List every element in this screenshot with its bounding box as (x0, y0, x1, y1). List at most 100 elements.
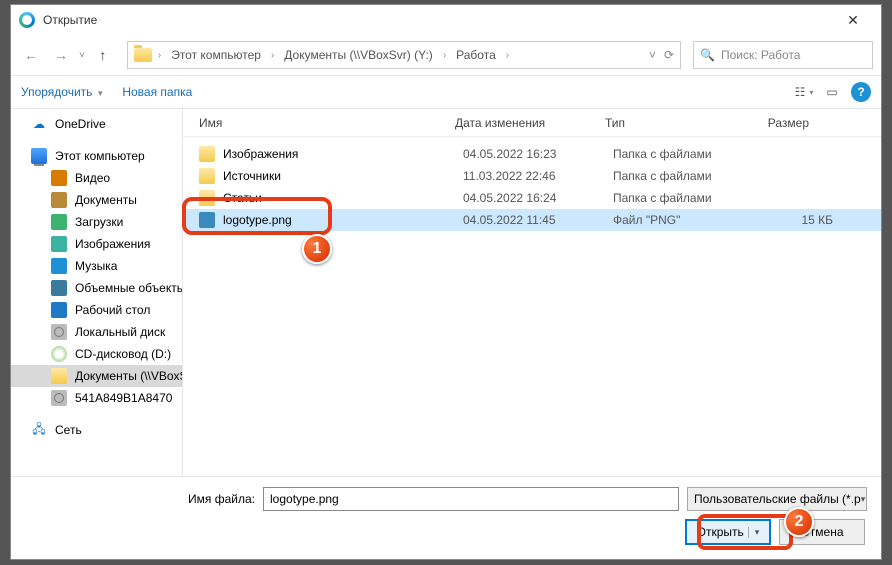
column-header-name[interactable]: Имя (191, 116, 447, 130)
sidebar-item[interactable]: Видео (11, 167, 182, 189)
address-dropdown-icon[interactable]: ˅ (649, 48, 656, 62)
file-date: 04.05.2022 16:23 (463, 147, 613, 161)
file-row[interactable]: logotype.png04.05.2022 11:45Файл "PNG"15… (183, 209, 881, 231)
file-date: 04.05.2022 11:45 (463, 213, 613, 227)
address-bar: ← → ˅ ↑ › Этот компьютер › Документы (\\… (11, 35, 881, 75)
back-button[interactable]: ← (19, 43, 43, 67)
forward-button[interactable]: → (49, 43, 73, 67)
sidebar-item-label: Документы (75, 193, 137, 207)
close-button[interactable]: ✕ (833, 12, 873, 29)
sidebar-item[interactable]: Документы (\\VBoxSvr) (11, 365, 182, 387)
edge-icon (19, 12, 35, 28)
file-icon (199, 212, 215, 228)
file-name: logotype.png (223, 213, 463, 227)
sidebar-item-label: Видео (75, 171, 110, 185)
sidebar-item-label: 541A849B1A8470 (75, 391, 172, 405)
sidebar-item[interactable]: Объемные объекты (11, 277, 182, 299)
column-headers: Имя Дата изменения Тип Размер (183, 109, 881, 137)
chevron-right-icon: › (441, 50, 448, 61)
breadcrumb-segment[interactable]: Этот компьютер (167, 46, 265, 64)
sidebar-item-label: Этот компьютер (55, 149, 145, 163)
toolbar: Упорядочить▼ Новая папка ☷ ▾ ▭ ? (11, 75, 881, 109)
column-header-size[interactable]: Размер (737, 116, 817, 130)
file-type: Папка с файлами (613, 169, 753, 183)
view-options-button[interactable]: ☷ ▾ (795, 83, 813, 101)
open-button-label: Открыть (697, 525, 744, 539)
organize-button[interactable]: Упорядочить▼ (21, 85, 104, 99)
file-type: Файл "PNG" (613, 213, 753, 227)
ico-fold-icon (51, 368, 67, 384)
file-type: Папка с файлами (613, 191, 753, 205)
ico-mus-icon (51, 258, 67, 274)
history-dropdown-icon[interactable]: ˅ (79, 50, 85, 61)
sidebar-item[interactable]: Локальный диск (11, 321, 182, 343)
preview-pane-button[interactable]: ▭ (823, 83, 841, 101)
breadcrumb-segment[interactable]: Работа (452, 46, 500, 64)
file-date: 04.05.2022 16:24 (463, 191, 613, 205)
up-button[interactable]: ↑ (91, 43, 115, 67)
chevron-right-icon: › (156, 50, 163, 61)
window-title: Открытие (43, 13, 97, 27)
sidebar-item[interactable]: Рабочий стол (11, 299, 182, 321)
ico-dl-icon (51, 214, 67, 230)
chevron-right-icon: › (504, 50, 511, 61)
sidebar-item[interactable]: 541A849B1A8470 (11, 387, 182, 409)
ico-img-icon (51, 236, 67, 252)
file-icon (199, 168, 215, 184)
file-name: Статьи (223, 191, 463, 205)
ico-3d-icon (51, 280, 67, 296)
filename-input[interactable] (263, 487, 679, 511)
file-row[interactable]: Изображения04.05.2022 16:23Папка с файла… (183, 143, 881, 165)
refresh-icon[interactable]: ⟳ (664, 48, 674, 62)
file-row[interactable]: Источники11.03.2022 22:46Папка с файлами (183, 165, 881, 187)
sidebar-item[interactable]: CD-дисковод (D:) (11, 343, 182, 365)
file-date: 11.03.2022 22:46 (463, 169, 613, 183)
ico-doc-icon (51, 192, 67, 208)
sidebar-item[interactable]: Изображения (11, 233, 182, 255)
ico-disk-icon (51, 324, 67, 340)
sidebar-item-label: Сеть (55, 423, 82, 437)
ico-disk-icon (51, 390, 67, 406)
sidebar-item-label: Изображения (75, 237, 150, 251)
sidebar-item-label: Рабочий стол (75, 303, 150, 317)
cancel-button[interactable]: Отмена (779, 519, 865, 545)
cloud-icon: ☁ (31, 116, 47, 132)
sidebar-item-label: CD-дисковод (D:) (75, 347, 171, 361)
sidebar-item-onedrive[interactable]: ☁ OneDrive (11, 113, 182, 135)
new-folder-button[interactable]: Новая папка (122, 85, 192, 99)
file-open-dialog: Открытие ✕ ← → ˅ ↑ › Этот компьютер › До… (10, 4, 882, 560)
chevron-down-icon: ▾ (861, 494, 866, 505)
column-header-type[interactable]: Тип (597, 116, 737, 130)
file-size: 15 КБ (753, 213, 833, 227)
sidebar-item-thispc[interactable]: Этот компьютер (11, 145, 182, 167)
dialog-footer: Имя файла: Пользовательские файлы (*.p ▾… (11, 476, 881, 559)
sidebar-item[interactable]: Музыка (11, 255, 182, 277)
column-header-date[interactable]: Дата изменения (447, 116, 597, 130)
sidebar-item-label: Объемные объекты (75, 281, 182, 295)
sidebar-item-label: OneDrive (55, 117, 106, 131)
file-name: Источники (223, 169, 463, 183)
breadcrumb[interactable]: › Этот компьютер › Документы (\\VBoxSvr)… (127, 41, 681, 69)
pc-icon (31, 148, 47, 164)
chevron-down-icon: ▼ (96, 89, 104, 98)
search-icon: 🔍 (700, 48, 715, 62)
ico-desk-icon (51, 302, 67, 318)
file-type: Папка с файлами (613, 147, 753, 161)
open-button[interactable]: Открыть ▾ (685, 519, 771, 545)
file-list[interactable]: Изображения04.05.2022 16:23Папка с файла… (183, 137, 881, 476)
navigation-sidebar: ☁ OneDrive Этот компьютер Видео Документы З… (11, 109, 183, 476)
file-name: Изображения (223, 147, 463, 161)
help-icon[interactable]: ? (851, 82, 871, 102)
filename-label: Имя файла: (25, 492, 255, 506)
sidebar-item[interactable]: Загрузки (11, 211, 182, 233)
sidebar-item[interactable]: Документы (11, 189, 182, 211)
file-type-filter[interactable]: Пользовательские файлы (*.p ▾ (687, 487, 867, 511)
chevron-down-icon: ▾ (809, 88, 813, 97)
search-input[interactable]: 🔍 Поиск: Работа (693, 41, 873, 69)
sidebar-item-network[interactable]: 🖧Сеть (11, 419, 182, 441)
sidebar-item-label: Локальный диск (75, 325, 165, 339)
file-row[interactable]: Статьи04.05.2022 16:24Папка с файлами (183, 187, 881, 209)
breadcrumb-segment[interactable]: Документы (\\VBoxSvr) (Y:) (280, 46, 437, 64)
folder-icon (134, 48, 152, 62)
search-placeholder: Поиск: Работа (721, 48, 801, 62)
